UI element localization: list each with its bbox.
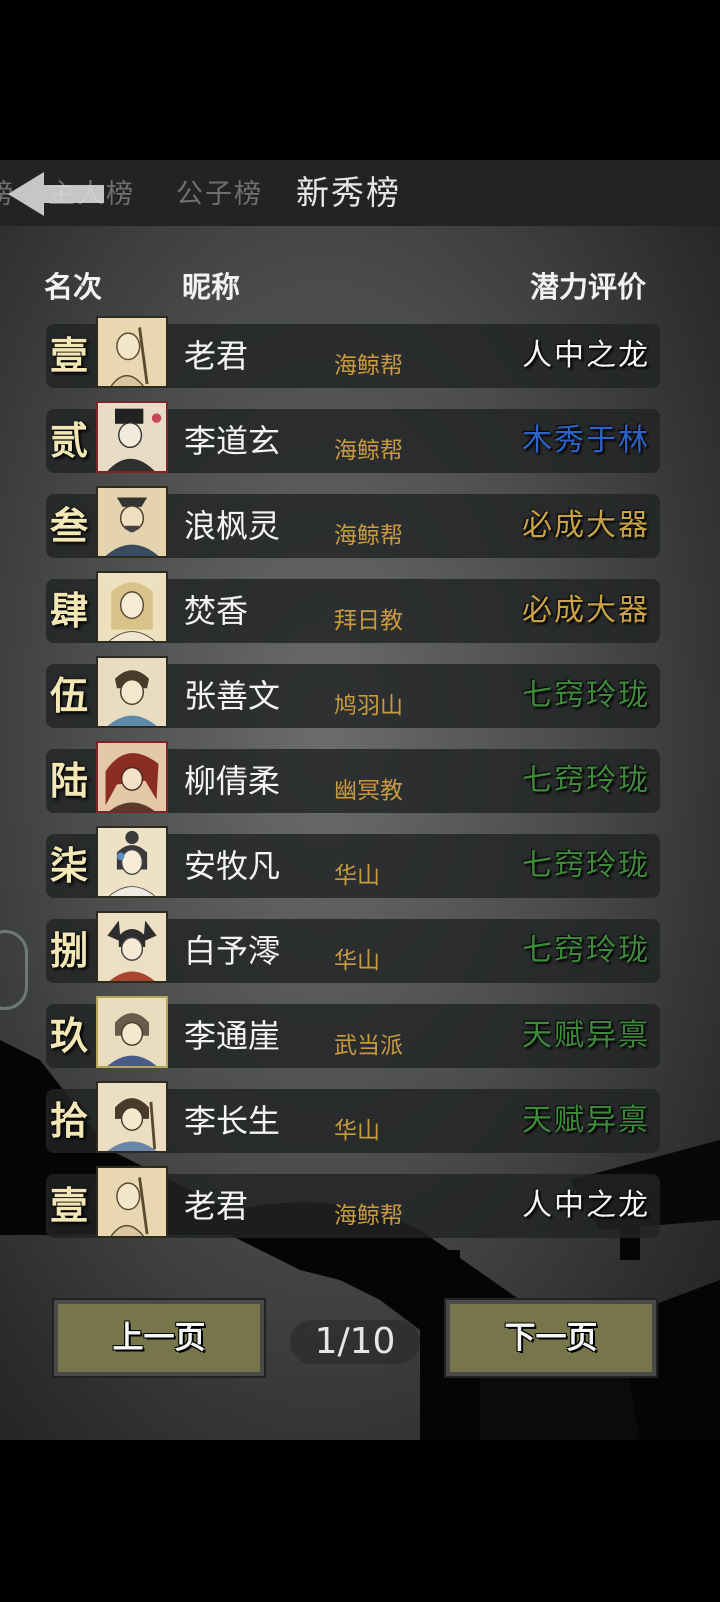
potential-rating: 天赋异禀 [522, 1103, 650, 1138]
player-name: 李长生 [184, 1102, 281, 1140]
potential-rating: 七窍玲珑 [522, 848, 650, 883]
potential-rating: 七窍玲珑 [522, 678, 650, 713]
rank-label: 拾 [49, 1098, 88, 1143]
tab-bar: 榜 主人榜 公子榜 新秀榜 [0, 160, 720, 226]
table-row[interactable]: 肆 焚香 拜日教 必成大器 [46, 571, 660, 643]
rank-label: 陆 [49, 758, 88, 803]
player-name: 安牧凡 [184, 847, 281, 885]
player-name: 浪枫灵 [184, 507, 281, 545]
table-row[interactable]: 壹 老君 海鲸帮 人中之龙 [46, 316, 660, 388]
table-row[interactable]: 贰 李道玄 海鲸帮 木秀于林 [46, 401, 660, 473]
player-name: 焚香 [184, 592, 249, 630]
tab-xinxiu[interactable]: 新秀榜 [296, 166, 401, 214]
rank-label: 捌 [49, 928, 88, 973]
sect-name: 华山 [334, 863, 380, 889]
rank-label: 叁 [49, 503, 88, 548]
sect-name: 海鲸帮 [334, 1203, 403, 1229]
avatar[interactable] [96, 571, 168, 643]
avatar[interactable] [96, 486, 168, 558]
player-name: 老君 [184, 337, 249, 375]
sect-name: 海鲸帮 [334, 353, 403, 379]
player-name: 李道玄 [184, 422, 281, 460]
avatar[interactable] [96, 316, 168, 388]
header-name: 昵称 [182, 270, 241, 304]
sect-name: 海鲸帮 [334, 438, 403, 464]
avatar[interactable] [96, 996, 168, 1068]
tab-gongzi[interactable]: 公子榜 [176, 172, 263, 211]
sect-name: 海鲸帮 [334, 523, 403, 549]
header-rank: 名次 [44, 270, 103, 304]
sect-name: 华山 [334, 1118, 380, 1144]
page-indicator: 1/10 [290, 1320, 420, 1364]
potential-rating: 木秀于林 [522, 423, 650, 458]
potential-rating: 七窍玲珑 [522, 763, 650, 798]
table-row[interactable]: 伍 张善文 鸠羽山 七窍玲珑 [46, 656, 660, 728]
potential-rating: 必成大器 [522, 593, 650, 628]
table-row[interactable]: 陆 柳倩柔 幽冥教 七窍玲珑 [46, 741, 660, 813]
avatar[interactable] [96, 741, 168, 813]
header-rating: 潜力评价 [530, 270, 647, 304]
avatar[interactable] [96, 656, 168, 728]
avatar[interactable] [96, 826, 168, 898]
player-name: 张善文 [184, 677, 281, 715]
player-name: 李通崖 [184, 1017, 281, 1055]
table-row-self[interactable]: 壹 老君 海鲸帮 人中之龙 [46, 1166, 660, 1238]
rank-label: 壹 [49, 1183, 88, 1228]
table-row[interactable]: 叁 浪枫灵 海鲸帮 必成大器 [46, 486, 660, 558]
side-handle-icon[interactable] [0, 930, 28, 1010]
sect-name: 幽冥教 [334, 778, 403, 804]
table-row[interactable]: 拾 李长生 华山 天赋异禀 [46, 1081, 660, 1153]
sect-name: 拜日教 [334, 608, 403, 634]
sect-name: 鸠羽山 [334, 693, 403, 719]
avatar[interactable] [96, 911, 168, 983]
table-row[interactable]: 柒 安牧凡 华山 七窍玲珑 [46, 826, 660, 898]
potential-rating: 七窍玲珑 [522, 933, 650, 968]
table-row[interactable]: 玖 李通崖 武当派 天赋异禀 [46, 996, 660, 1068]
table-row[interactable]: 捌 白予澪 华山 七窍玲珑 [46, 911, 660, 983]
rank-label: 壹 [49, 333, 88, 378]
prev-page-button[interactable]: 上一页 [52, 1298, 266, 1378]
avatar[interactable] [96, 401, 168, 473]
avatar[interactable] [96, 1081, 168, 1153]
potential-rating: 必成大器 [522, 508, 650, 543]
back-arrow-icon[interactable] [0, 168, 110, 220]
avatar[interactable] [96, 1166, 168, 1238]
potential-rating: 人中之龙 [522, 1188, 650, 1223]
next-page-button[interactable]: 下一页 [444, 1298, 658, 1378]
rank-label: 玖 [49, 1013, 88, 1058]
player-name: 柳倩柔 [184, 762, 281, 800]
sect-name: 华山 [334, 948, 380, 974]
rank-label: 贰 [49, 418, 88, 463]
potential-rating: 人中之龙 [522, 338, 650, 373]
rank-label: 伍 [49, 673, 88, 718]
potential-rating: 天赋异禀 [522, 1018, 650, 1053]
leaderboard-panel: 榜 主人榜 公子榜 新秀榜 名次 昵称 潜力评价 壹 老君 海鲸帮 人中之龙 贰… [0, 160, 720, 1440]
rank-label: 肆 [49, 588, 88, 633]
sect-name: 武当派 [334, 1033, 403, 1059]
rank-label: 柒 [49, 843, 88, 888]
player-name: 老君 [184, 1187, 249, 1225]
player-name: 白予澪 [184, 932, 281, 970]
